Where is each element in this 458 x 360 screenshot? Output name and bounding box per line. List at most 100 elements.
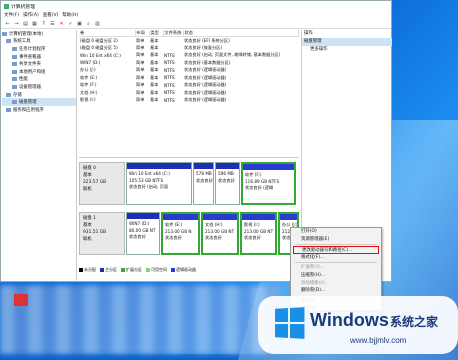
tree-item[interactable]: 系统工具 bbox=[2, 38, 76, 46]
table-cell: NTFS bbox=[164, 52, 175, 58]
partition-block[interactable]: 596 MB 状态良好 bbox=[215, 162, 240, 205]
partition-block[interactable]: 软件 (E:) 213.00 GB N 状态良好 bbox=[161, 212, 200, 255]
context-menu-item[interactable]: 格式化(F)... bbox=[291, 254, 381, 262]
tree-item[interactable]: 本地用户和组 bbox=[2, 68, 76, 76]
table-cell: 简单 bbox=[136, 37, 145, 43]
partition-block[interactable]: 影视 (I:) 213.00 GB NT 状态良好 bbox=[240, 212, 277, 255]
table-cell: 状态良好 (基本数据分区) bbox=[184, 59, 231, 65]
tree-item[interactable]: 计算机管理(本地) bbox=[2, 30, 76, 38]
table-cell: 状态良好 (启动, 页面文件, 故障转储, 基本数据分区) bbox=[184, 52, 281, 58]
table-cell: 简单 bbox=[136, 97, 145, 103]
partition-size: 578 MB bbox=[196, 171, 212, 176]
menu-help[interactable]: 帮助(H) bbox=[62, 12, 78, 18]
table-cell: 状态良好 (恢复分区) bbox=[184, 44, 223, 50]
watermark-brand: Windows bbox=[310, 310, 389, 330]
more-actions[interactable]: 更多操作 bbox=[302, 46, 392, 54]
table-cell: NTFS bbox=[164, 82, 175, 88]
help-icon[interactable]: ? bbox=[40, 21, 47, 27]
disk-1-label[interactable]: 磁盘 1 基本 931.51 GB 联机 bbox=[79, 212, 125, 255]
tree-item[interactable]: 事件查看器 bbox=[2, 53, 76, 61]
context-menu-item[interactable]: 打开(O) bbox=[291, 228, 381, 236]
toolbar: ← → ▤ ▦ ? ☰ ✕ ✓ ▣ ⌕ ▥ bbox=[1, 19, 391, 29]
table-row[interactable]: Win 10 Ent x64 (C:) 简单 基本 NTFS 状态良好 (启动, 页面文… bbox=[79, 52, 299, 60]
table-row[interactable]: 文档 (H:) 简单 基本 NTFS 状态良好 (逻辑驱动器) bbox=[79, 89, 299, 97]
table-cell: 文档 (H:) bbox=[80, 89, 98, 95]
taskbar-app-icon[interactable] bbox=[14, 294, 28, 306]
col-filesystem[interactable]: 文件系统 bbox=[163, 30, 184, 37]
menu-view[interactable]: 查看(V) bbox=[43, 12, 59, 18]
folder-icon bbox=[6, 107, 11, 112]
up-icon[interactable]: ▤ bbox=[22, 21, 29, 27]
context-menu-item[interactable]: 压缩卷(H)... bbox=[291, 272, 381, 280]
tree-item[interactable]: 性能 bbox=[2, 76, 76, 84]
table-cell: 基本 bbox=[150, 67, 159, 73]
view-icon[interactable]: ▥ bbox=[94, 21, 101, 27]
table-cell: NTFS bbox=[164, 90, 175, 96]
check-icon[interactable]: ✓ bbox=[67, 21, 74, 27]
app-icon bbox=[4, 3, 9, 9]
table-row[interactable]: 影视 (I:) 简单 基本 NTFS 状态良好 (逻辑驱动器) bbox=[79, 97, 299, 105]
disk-0-status: 联机 bbox=[83, 187, 92, 192]
tree-item-label: 设备管理器 bbox=[19, 84, 41, 90]
table-cell: 状态良好 (逻辑驱动器) bbox=[184, 89, 227, 95]
partition-status: 状态良好 bbox=[129, 234, 146, 239]
table-cell: 基本 bbox=[150, 59, 159, 65]
back-icon[interactable]: ← bbox=[4, 21, 11, 27]
list-icon[interactable]: ☰ bbox=[49, 21, 56, 27]
tree-item[interactable]: 共享文件夹 bbox=[2, 60, 76, 68]
disk-0-label[interactable]: 磁盘 0 基本 223.57 GB 联机 bbox=[79, 162, 125, 205]
table-cell: 状态良好 (逻辑驱动器) bbox=[184, 82, 227, 88]
table-row[interactable]: (磁盘 0 磁盘分区 2) 简单 基本 状态良好 (EFI 系统分区) bbox=[79, 37, 299, 45]
table-cell: 办公 (J:) bbox=[80, 67, 96, 73]
context-menu-item[interactable]: 资源管理器(E) bbox=[291, 236, 381, 244]
table-cell: (磁盘 0 磁盘分区 5) bbox=[80, 44, 118, 50]
delete-icon[interactable]: ✕ bbox=[58, 21, 65, 27]
table-cell: WIN7 (D:) bbox=[80, 60, 101, 66]
folder-icon bbox=[2, 31, 7, 36]
tree-item[interactable]: 磁盘管理 bbox=[2, 98, 76, 106]
watermark-url: www.bjjmlv.com bbox=[350, 336, 407, 345]
folder-icon bbox=[12, 69, 17, 74]
table-row[interactable]: 办公 (J:) 简单 基本 NTFS 状态良好 (逻辑驱动器) bbox=[79, 67, 299, 75]
partition-status: 状态良好 bbox=[218, 177, 235, 183]
partition-block[interactable]: 文档 (H:) 213.00 GB NT 状态良好 bbox=[201, 212, 239, 255]
title-bar[interactable]: 计算机管理 bbox=[1, 1, 391, 11]
table-cell: 影视 (I:) bbox=[80, 97, 96, 103]
disk-1-type: 基本 bbox=[83, 223, 92, 228]
watermark-brand-cn: 系统之家 bbox=[390, 315, 439, 329]
partition-block[interactable]: 578 MB 状态良好 bbox=[193, 162, 214, 205]
table-cell: NTFS bbox=[164, 60, 175, 66]
partition-block[interactable]: Win 10 Ent x64 (C:) 105.53 GB NTFS 状态良好 (启… bbox=[126, 162, 192, 205]
tree-item-label: 性能 bbox=[19, 77, 28, 83]
tree-item[interactable]: 设备管理器 bbox=[2, 83, 76, 91]
legend-extended: 扩展分区 bbox=[121, 267, 142, 273]
taskbar-blurred-area bbox=[0, 285, 280, 354]
search-icon[interactable]: ⌕ bbox=[85, 21, 92, 27]
forward-icon[interactable]: → bbox=[13, 21, 20, 27]
table-row[interactable]: 软件 (F:) 简单 基本 NTFS 状态良好 (逻辑驱动器) bbox=[79, 82, 299, 90]
partition-status: 状态良好 (逻辑 bbox=[245, 185, 274, 190]
table-row[interactable]: 软件 (E:) 简单 基本 NTFS 状态良好 (逻辑驱动器) bbox=[79, 74, 299, 82]
menu-file[interactable]: 文件(F) bbox=[4, 12, 19, 18]
watermark-logo: Windows 系统之家 www.bjjmlv.com bbox=[258, 296, 458, 354]
table-cell: 简单 bbox=[136, 82, 145, 88]
tree-item[interactable]: 任务计划程序 bbox=[2, 45, 76, 53]
context-menu-item[interactable]: 更改驱动器号和路径(C)... bbox=[293, 246, 379, 254]
context-menu-item[interactable]: 删除卷(D)... bbox=[291, 287, 381, 295]
open-icon[interactable]: ▣ bbox=[76, 21, 83, 27]
partition-color-bar bbox=[243, 164, 294, 170]
tree-item[interactable]: 服务和应用程序 bbox=[2, 106, 76, 114]
partition-block[interactable]: WIN7 (D:) 80.00 GB NT 状态良好 bbox=[126, 212, 160, 255]
menu-action[interactable]: 操作(A) bbox=[23, 12, 39, 18]
partition-block[interactable]: 软件 (F:) 116.89 GB NTFS 状态良好 (逻辑 bbox=[241, 162, 296, 205]
actions-header: 操作 bbox=[304, 31, 313, 36]
folder-icon bbox=[6, 39, 11, 44]
properties-icon[interactable]: ▦ bbox=[31, 21, 38, 27]
table-row[interactable]: (磁盘 0 磁盘分区 5) 简单 基本 状态良好 (恢复分区) bbox=[79, 44, 299, 52]
tree-item[interactable]: 存储 bbox=[2, 91, 76, 99]
tree-item-label: 事件查看器 bbox=[19, 54, 41, 60]
partition-color-bar bbox=[280, 214, 297, 220]
actions-section[interactable]: 磁盘管理 bbox=[302, 38, 392, 46]
partition-color-bar bbox=[216, 163, 239, 169]
table-row[interactable]: WIN7 (D:) 简单 基本 NTFS 状态良好 (基本数据分区) bbox=[79, 59, 299, 67]
